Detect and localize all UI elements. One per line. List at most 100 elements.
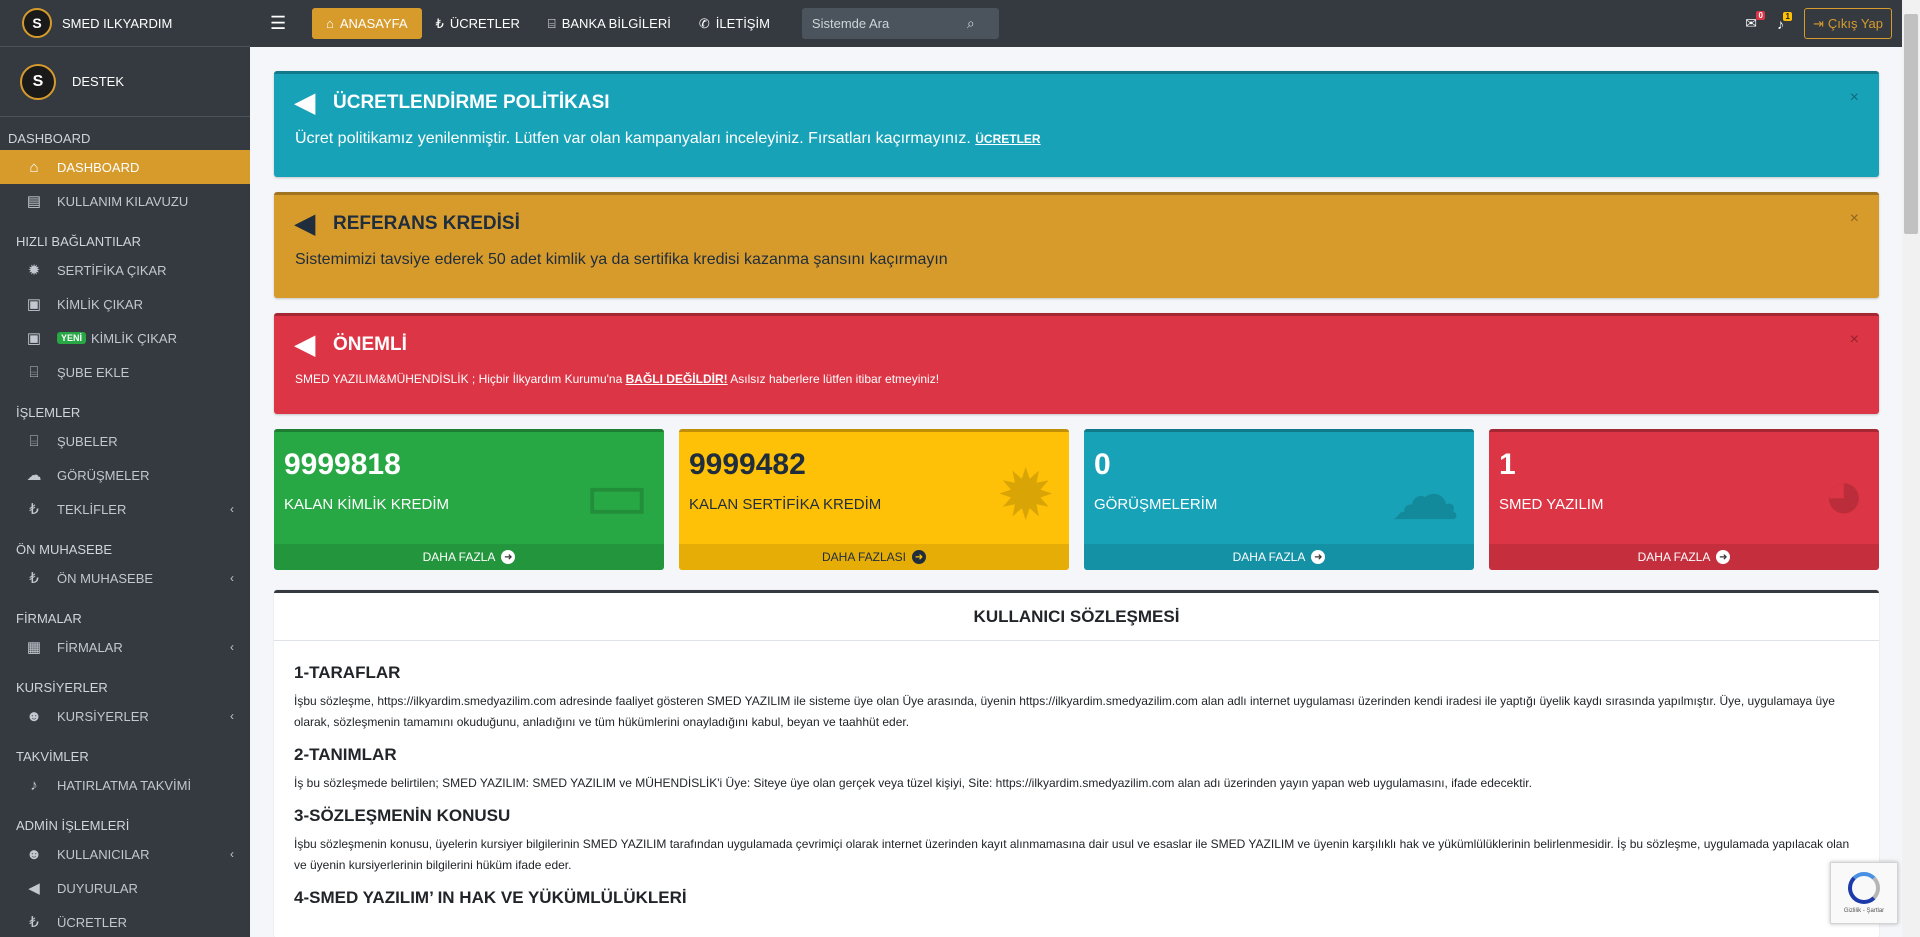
- close-icon[interactable]: ×: [1850, 331, 1859, 349]
- sidebar-item[interactable]: ▦ FİRMALAR ‹: [0, 630, 250, 664]
- sidebar-item[interactable]: ◀ DUYURULAR: [0, 871, 250, 905]
- nav-header: DASHBOARD: [8, 131, 91, 146]
- search-icon[interactable]: ⌕: [967, 15, 975, 32]
- chevron-left-icon: ‹: [230, 571, 234, 585]
- lira-icon: ₺: [435, 15, 444, 31]
- sidebar-item[interactable]: ₺ ÜCRETLER: [0, 905, 250, 937]
- close-icon[interactable]: ×: [1850, 89, 1859, 107]
- user-name: DESTEK: [72, 74, 125, 89]
- brand-logo: S: [22, 8, 52, 38]
- bullhorn-icon: ◀: [295, 208, 315, 238]
- home-icon: ⌂: [326, 16, 334, 31]
- stat-box: 0 GÖRÜŞMELERİM ☁ DAHA FAZLA ➜: [1084, 429, 1474, 570]
- more-info-link[interactable]: DAHA FAZLA ➜: [1084, 544, 1474, 570]
- comments-icon: ☁: [26, 467, 42, 484]
- search-box: ⌕: [801, 8, 999, 39]
- nav-header: TAKVİMLER: [16, 749, 89, 764]
- more-info-link[interactable]: DAHA FAZLA ➜: [1489, 544, 1879, 570]
- sidebar-item[interactable]: ▤ KULLANIM KILAVUZU: [0, 184, 250, 218]
- topbar-link[interactable]: ✆ İLETİŞİM: [685, 8, 784, 39]
- recaptcha-badge[interactable]: Gizlilik - Şartlar: [1830, 862, 1898, 924]
- pie-chart-icon: ◕: [1822, 455, 1865, 533]
- stat-box: 9999482 KALAN SERTİFİKA KREDİM ✹ DAHA FA…: [679, 429, 1069, 570]
- comments-dollar-icon: ☁: [1390, 456, 1460, 534]
- menu-toggle-icon[interactable]: ☰: [270, 13, 300, 34]
- more-info-label: DAHA FAZLASI: [821, 550, 907, 564]
- close-icon[interactable]: ×: [1850, 210, 1859, 228]
- main-content: ◀ ÜCRETLENDİRME POLİTİKASI Ücret politik…: [274, 71, 1879, 937]
- sidebar-item[interactable]: ⌸ ŞUBELER: [0, 424, 250, 458]
- nav-header: ÖN MUHASEBE: [16, 542, 113, 557]
- bullhorn-icon: ◀: [295, 87, 315, 117]
- sidebar-item-label: KURSİYERLER: [57, 708, 149, 724]
- nav-header: ADMİN İŞLEMLERİ: [16, 818, 130, 833]
- sidebar-item[interactable]: ₺ ÖN MUHASEBE ‹: [0, 561, 250, 595]
- sidebar-item[interactable]: ☻ KURSİYERLER ‹: [0, 699, 250, 733]
- page-scrollbar[interactable]: [1902, 0, 1920, 937]
- agreement-section-text: İşbu sözleşme, https://ilkyardim.smedyaz…: [294, 694, 1835, 729]
- important-link[interactable]: BAĞLI DEĞİLDİR!: [626, 372, 728, 386]
- nav-header: İŞLEMLER: [16, 405, 81, 420]
- sidebar-item-label: HATIRLATMA TAKVİMİ: [57, 777, 192, 793]
- sidebar-item-label: TEKLİFLER: [57, 501, 127, 517]
- user-panel[interactable]: S DESTEK: [0, 47, 250, 117]
- topbar-link-label: ÜCRETLER: [449, 16, 520, 31]
- phone-icon: ✆: [698, 15, 710, 31]
- pricing-alert-title: ÜCRETLENDİRME POLİTİKASI: [333, 91, 610, 113]
- topbar-link[interactable]: ⌸ BANKA BİLGİLERİ: [534, 8, 685, 39]
- pricing-alert: ◀ ÜCRETLENDİRME POLİTİKASI Ücret politik…: [274, 71, 1879, 177]
- sidebar-item[interactable]: ♪ HATIRLATMA TAKVİMİ: [0, 768, 250, 802]
- sidebar: S SMED ILKYARDIM S DESTEK DASHBOARD ⌂ DASH…: [0, 0, 250, 937]
- sidebar-item-label: ÖN MUHASEBE: [57, 570, 154, 586]
- search-input[interactable]: [801, 16, 967, 31]
- referral-alert-title: REFERANS KREDİSİ: [333, 212, 520, 234]
- id-card-icon: ▭: [583, 456, 650, 534]
- sidebar-item[interactable]: ⌸ ŞUBE EKLE: [0, 355, 250, 389]
- agreement-body: 1-TARAFLAR İşbu sözleşme, https://ilkyard…: [274, 641, 1879, 937]
- important-alert-title: ÖNEMLİ: [333, 333, 407, 355]
- sidebar-item-label: KULLANICILAR: [57, 846, 150, 862]
- new-badge: YENİ: [57, 332, 87, 344]
- more-info-link[interactable]: DAHA FAZLASI ➜: [679, 544, 1069, 570]
- topbar-link[interactable]: ₺ ÜCRETLER: [422, 8, 534, 39]
- logout-label: Çıkış Yap: [1827, 16, 1883, 31]
- sidebar-item[interactable]: ▣ KİMLİK ÇIKAR: [0, 287, 250, 321]
- user-avatar: S: [20, 63, 56, 100]
- topbar-link-label: ANASAYFA: [339, 16, 408, 31]
- users-icon: ☻: [26, 845, 42, 863]
- brand-name: SMED ILKYARDIM: [62, 15, 173, 31]
- bank-icon: ⌸: [29, 363, 39, 381]
- agreement-section-text: İş bu sözleşmede belirtilen; SMED YAZILI…: [294, 776, 1532, 790]
- sidebar-item[interactable]: ✹ SERTİFİKA ÇIKAR: [0, 253, 250, 287]
- sidebar-item-label: DASHBOARD: [57, 159, 140, 175]
- messages-icon[interactable]: ✉ 0: [1745, 11, 1765, 32]
- pricing-link[interactable]: ÜCRETLER: [975, 132, 1040, 146]
- scrollbar-thumb[interactable]: [1904, 14, 1918, 234]
- sidebar-item-label: DUYURULAR: [57, 880, 138, 896]
- stat-boxes: 9999818 KALAN KİMLİK KREDİM ▭ DAHA FAZLA…: [274, 429, 1879, 570]
- referral-alert-text: Sistemimizi tavsiye ederek 50 adet kimli…: [295, 251, 948, 268]
- topbar-link[interactable]: ⌂ ANASAYFA: [312, 8, 422, 39]
- sidebar-item[interactable]: ☻ KULLANICILAR ‹: [0, 837, 250, 871]
- messages-count-badge: 0: [1756, 11, 1765, 20]
- book-icon: ▤: [26, 193, 42, 210]
- topbar-link-label: BANKA BİLGİLERİ: [561, 16, 671, 31]
- more-info-link[interactable]: DAHA FAZLA ➜: [274, 544, 664, 570]
- sidebar-item[interactable]: ☁ GÖRÜŞMELER: [0, 458, 250, 492]
- agreement-section-title: 3-SÖZLEŞMENİN KONUSU: [294, 806, 511, 825]
- topbar-nav: ⌂ ANASAYFA ₺ ÜCRETLER ⌸ BANKA BİLGİLERİ ✆ İLETİ…: [300, 8, 784, 39]
- sidebar-item[interactable]: ₺ TEKLİFLER ‹: [0, 492, 250, 526]
- sidebar-item-label: KİMLİK ÇIKAR: [91, 330, 177, 346]
- notifications-bell-icon[interactable]: ♪ 1: [1777, 11, 1792, 32]
- sidebar-item-label: SERTİFİKA ÇIKAR: [57, 262, 167, 278]
- sidebar-item[interactable]: ▣ YENİ KİMLİK ÇIKAR: [0, 321, 250, 355]
- certificate-icon: ✹: [996, 456, 1055, 534]
- logout-button[interactable]: ⇥ Çıkış Yap: [1803, 8, 1892, 39]
- pricing-alert-text: Ücret politikamız yenilenmiştir. Lütfen …: [295, 130, 971, 147]
- bank-icon: ⌸: [547, 15, 556, 31]
- agreement-section-title: 1-TARAFLAR: [294, 663, 401, 682]
- sidebar-nav: DASHBOARD ⌂ DASHBOARD ▤ KULLANIM KILAVUZU HIZ…: [0, 117, 250, 937]
- brand[interactable]: S SMED ILKYARDIM: [0, 0, 250, 47]
- sidebar-item-label: KİMLİK ÇIKAR: [57, 296, 143, 312]
- sidebar-item[interactable]: ⌂ DASHBOARD: [0, 150, 250, 184]
